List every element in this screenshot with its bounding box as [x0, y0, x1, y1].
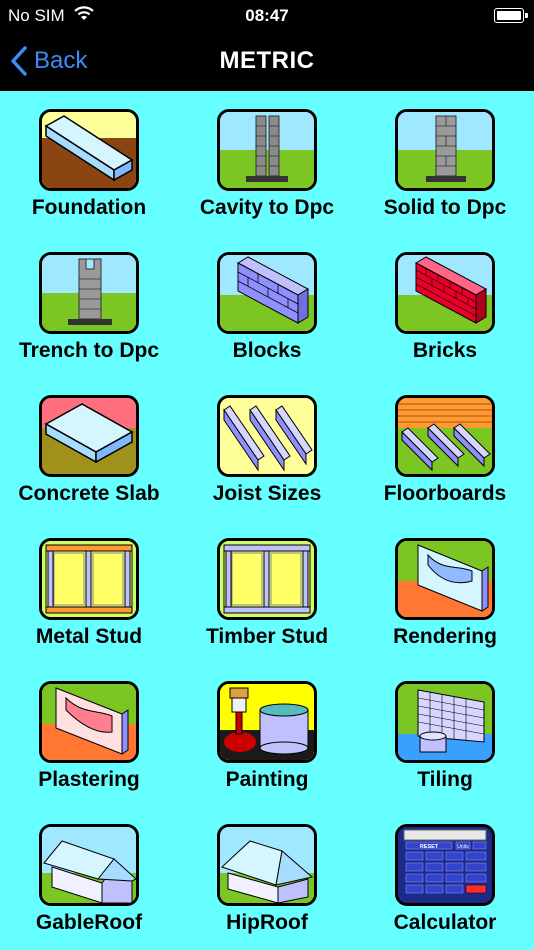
foundation-icon [39, 109, 139, 191]
menu-item-label: Calculator [393, 911, 497, 934]
menu-grid: Foundation Cavity to Dpc Solid to Dpc Tr… [0, 91, 534, 950]
menu-item-label: Rendering [393, 625, 497, 648]
menu-item-painting[interactable]: Painting [178, 663, 356, 806]
menu-item-label: Bricks [412, 339, 478, 362]
trench-wall-icon [39, 252, 139, 334]
menu-item-label: Joist Sizes [212, 482, 322, 505]
joists-icon [217, 395, 317, 477]
menu-item-label: Blocks [232, 339, 302, 362]
menu-item-plastering[interactable]: Plastering [0, 663, 178, 806]
timber-stud-icon [217, 538, 317, 620]
rendering-icon [395, 538, 495, 620]
menu-item-label: Timber Stud [205, 625, 329, 648]
clock: 08:47 [245, 6, 289, 25]
menu-item-label: Plastering [38, 768, 140, 791]
menu-item-solid-to-dpc[interactable]: Solid to Dpc [356, 91, 534, 234]
menu-item-cavity-to-dpc[interactable]: Cavity to Dpc [178, 91, 356, 234]
menu-item-label: Concrete Slab [18, 482, 160, 505]
menu-item-label: HipRoof [226, 911, 308, 934]
gable-roof-icon [39, 824, 139, 906]
menu-item-joist-sizes[interactable]: Joist Sizes [178, 377, 356, 520]
menu-item-concrete-slab[interactable]: Concrete Slab [0, 377, 178, 520]
page-title: METRIC [219, 47, 315, 74]
menu-item-label: Tiling [417, 768, 473, 791]
menu-item-blocks[interactable]: Blocks [178, 234, 356, 377]
calculator-icon: RESET Units [395, 824, 495, 906]
menu-item-label: Painting [225, 768, 309, 791]
menu-item-label: Floorboards [383, 482, 507, 505]
floorboards-icon [395, 395, 495, 477]
menu-item-label: Foundation [31, 196, 147, 219]
tiling-icon [395, 681, 495, 763]
menu-item-label: GableRoof [35, 911, 143, 934]
plastering-icon [39, 681, 139, 763]
menu-item-floorboards[interactable]: Floorboards [356, 377, 534, 520]
menu-item-hip-roof[interactable]: HipRoof [178, 806, 356, 949]
calc-reset-key: RESET [420, 844, 439, 850]
menu-item-calculator[interactable]: RESET Units Calculator [356, 806, 534, 949]
bricks-icon [395, 252, 495, 334]
menu-item-trench-to-dpc[interactable]: Trench to Dpc [0, 234, 178, 377]
menu-item-timber-stud[interactable]: Timber Stud [178, 520, 356, 663]
menu-item-tiling[interactable]: Tiling [356, 663, 534, 806]
hip-roof-icon [217, 824, 317, 906]
battery-icon [494, 8, 528, 23]
calc-units-key: Units [457, 844, 469, 850]
status-bar: No SIM 08:47 [0, 0, 534, 30]
menu-item-gable-roof[interactable]: GableRoof [0, 806, 178, 949]
menu-item-bricks[interactable]: Bricks [356, 234, 534, 377]
cavity-wall-icon [217, 109, 317, 191]
concrete-slab-icon [39, 395, 139, 477]
navigation-bar: Back METRIC [0, 30, 534, 91]
blocks-icon [217, 252, 317, 334]
solid-wall-icon [395, 109, 495, 191]
menu-item-metal-stud[interactable]: Metal Stud [0, 520, 178, 663]
menu-item-label: Trench to Dpc [18, 339, 160, 362]
metal-stud-icon [39, 538, 139, 620]
painting-icon [217, 681, 317, 763]
menu-item-foundation[interactable]: Foundation [0, 91, 178, 234]
menu-item-rendering[interactable]: Rendering [356, 520, 534, 663]
menu-item-label: Metal Stud [35, 625, 143, 648]
menu-item-label: Solid to Dpc [383, 196, 507, 219]
menu-item-label: Cavity to Dpc [199, 196, 335, 219]
